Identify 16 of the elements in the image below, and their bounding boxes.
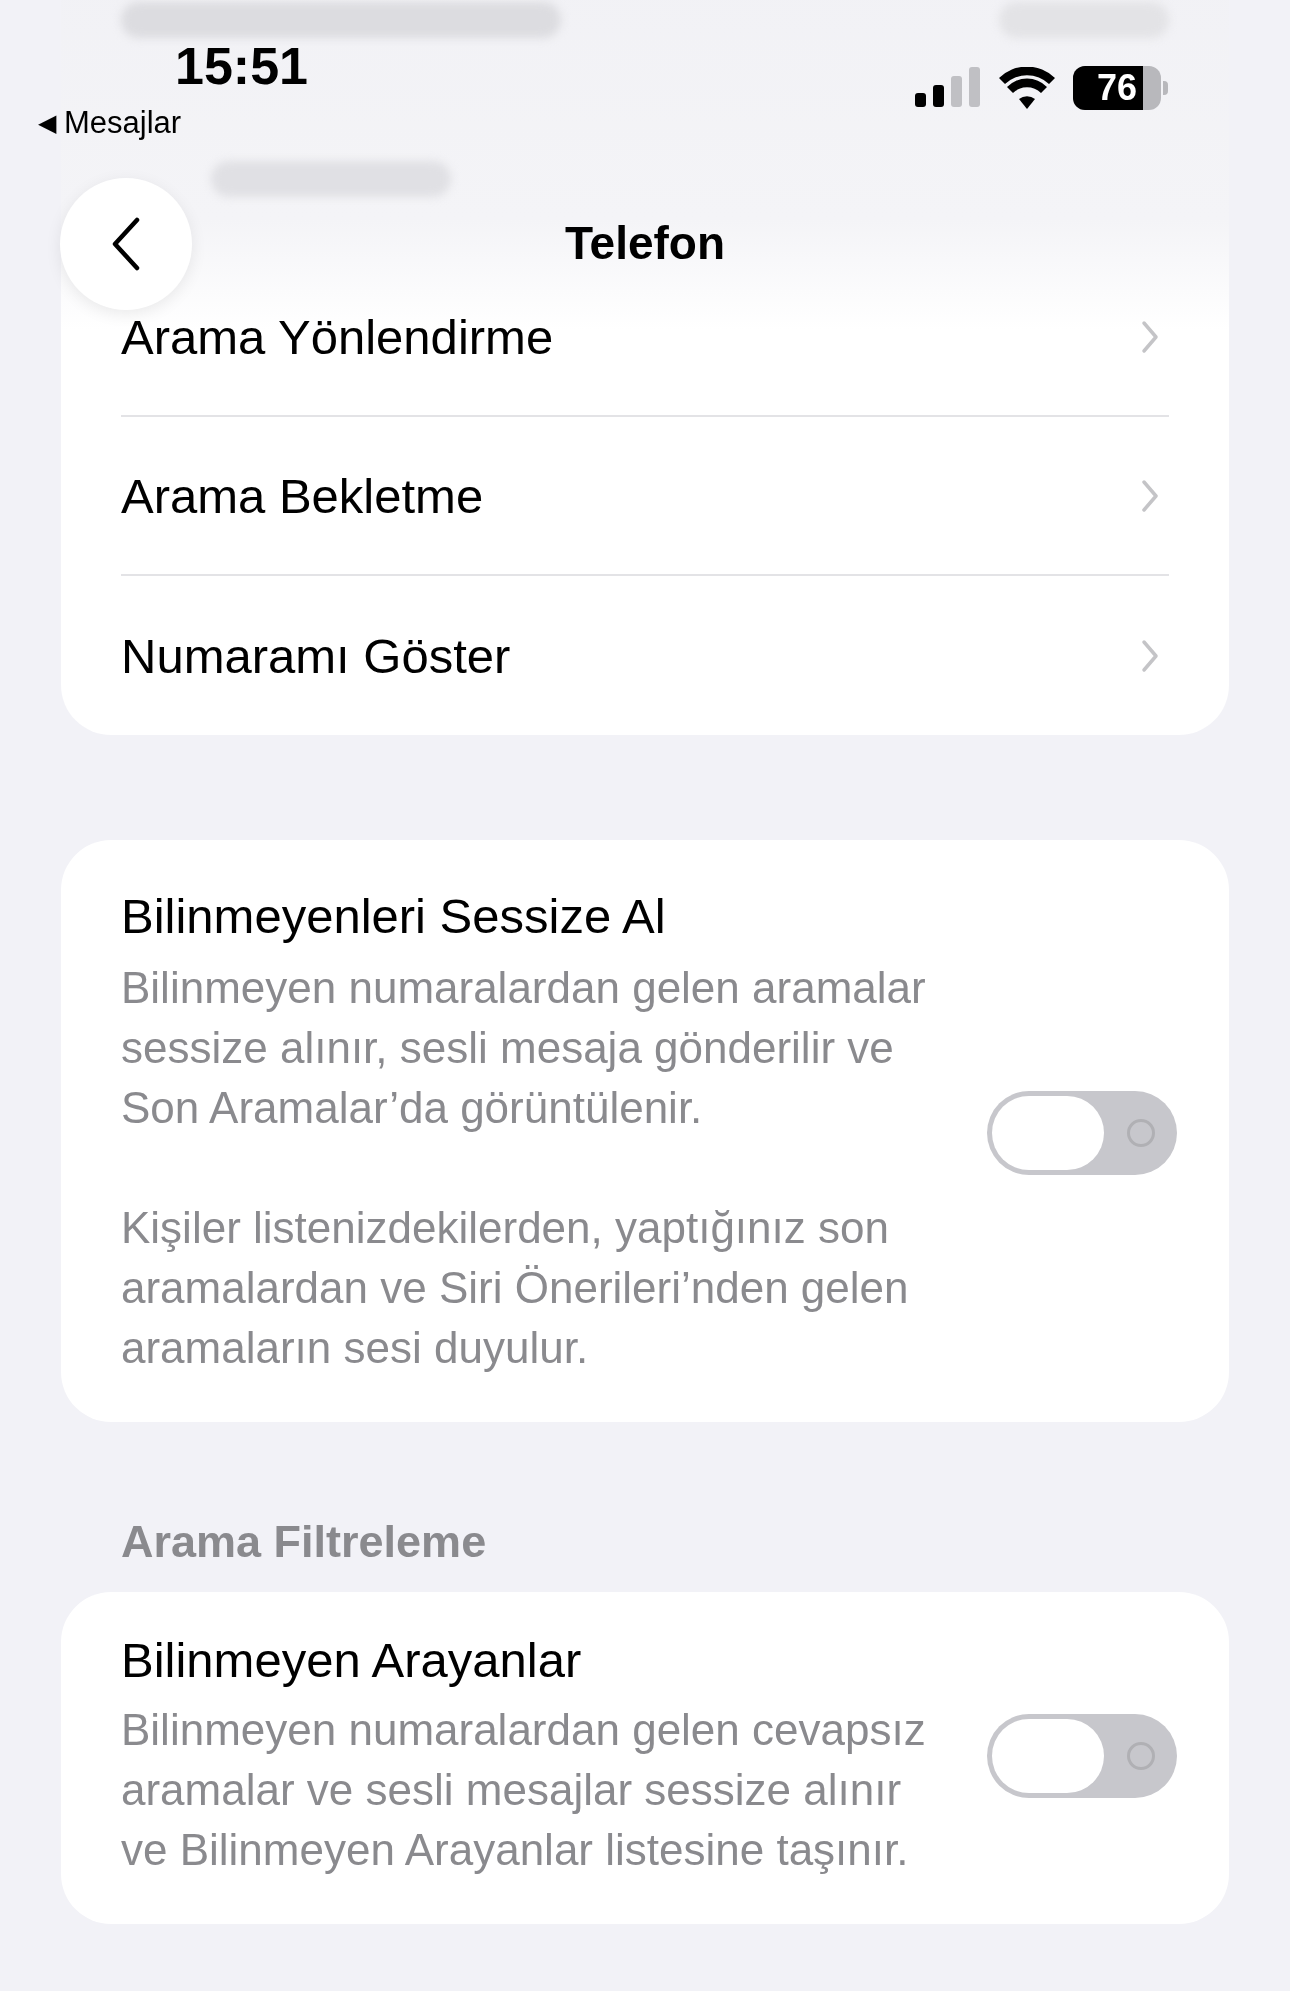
back-to-app-link[interactable]: ◀ Mesajlar: [38, 104, 182, 142]
chevron-icon: [1141, 638, 1159, 673]
signal-icon: [915, 67, 981, 109]
wifi-icon: [999, 67, 1055, 109]
setting-description: Bilinmeyen numaralardan gelen cevapsız aramalar ve sesli mesajlar sessize alınır ve Bilinmeyen Arayanlar listesine taşınır.: [121, 1704, 927, 1876]
back-icon: [111, 217, 141, 271]
settings-row[interactable]: Arama Bekletme: [121, 417, 1169, 576]
section-header: Arama Filtreleme: [120, 1515, 488, 1569]
setting-title: Bilinmeyen Arayanlar: [121, 1632, 583, 1688]
settings-row[interactable]: Numaramı Göster: [121, 576, 1169, 735]
status-time: 15:51: [175, 36, 308, 96]
setting-note: Kişiler listenizdekilerden, yaptığınız son aramalardan ve Siri Önerileri’nden gelen aramaların sesi duyulur.: [121, 1202, 910, 1374]
chevron-icon: [1141, 319, 1159, 354]
setting-description: Bilinmeyen numaralardan gelen aramalar sessize alınır, sesli mesaja gönderilir ve Son Aramalar’da görüntülenir.: [121, 962, 927, 1134]
setting-title: Bilinmeyenleri Sessize Al: [121, 888, 667, 944]
chevron-icon: [1141, 478, 1159, 513]
